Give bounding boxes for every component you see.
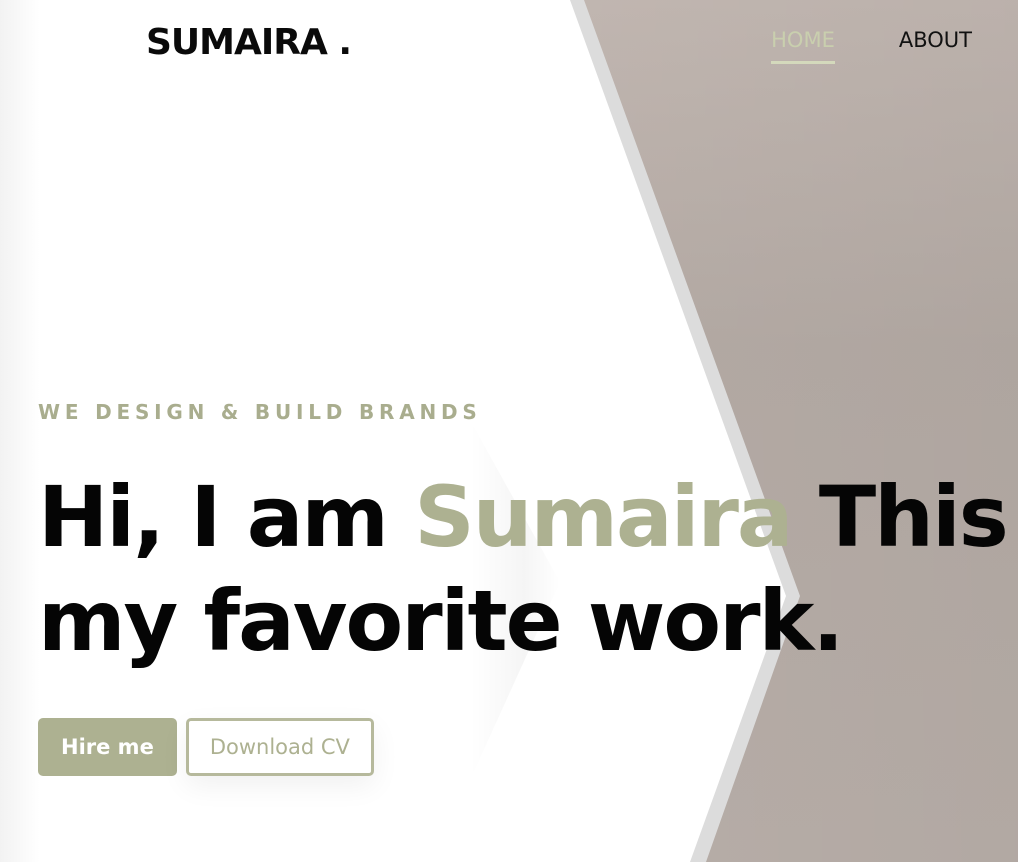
nav-link-home[interactable]: HOME — [771, 28, 835, 64]
hero-tagline: WE DESIGN & BUILD BRANDS — [38, 400, 482, 424]
left-edge-shadow — [0, 0, 40, 862]
hire-me-button[interactable]: Hire me — [38, 718, 177, 776]
site-logo[interactable]: SUMAIRA . — [146, 22, 352, 63]
hero-buttons: Hire me Download CV — [38, 718, 374, 776]
headline-intro: Hi, I am — [38, 468, 415, 566]
page: SUMAIRA . HOME ABOUT WE DESIGN & BUILD B… — [0, 0, 1018, 862]
headline-name: Sumaira — [414, 468, 793, 566]
download-cv-button[interactable]: Download CV — [185, 718, 374, 776]
nav-link-about[interactable]: ABOUT — [899, 28, 972, 64]
main-nav: HOME ABOUT — [771, 28, 972, 64]
hero-headline: Hi, I am Sumaira This is my favorite wor… — [38, 465, 1018, 673]
